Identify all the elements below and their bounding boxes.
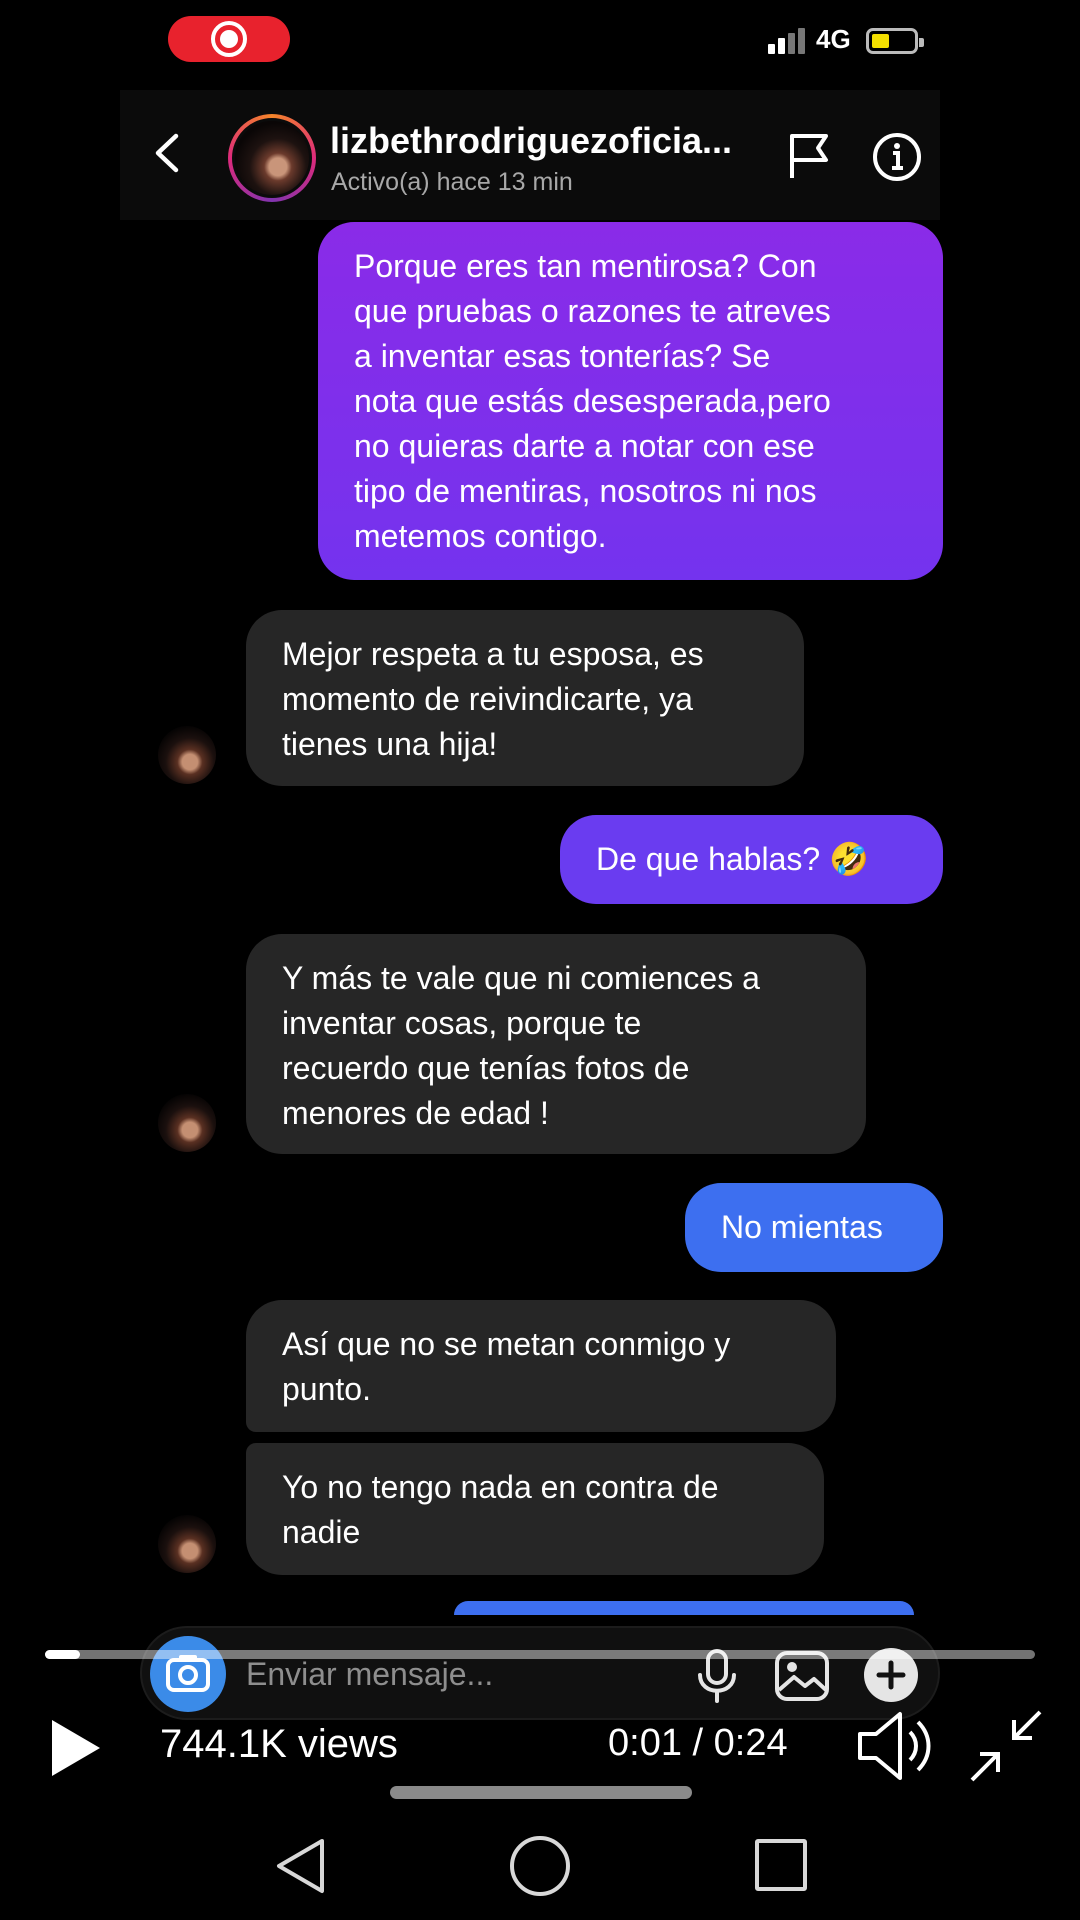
message-line: No mientas xyxy=(721,1209,883,1245)
message-received[interactable]: Y más te vale que ni comiences a inventa… xyxy=(246,934,866,1154)
message-sent[interactable]: No mientas xyxy=(685,1183,943,1272)
message-line: inventar cosas, porque te xyxy=(282,1005,642,1041)
screen-record-icon[interactable] xyxy=(168,16,290,62)
message-line: tienes una hija! xyxy=(282,726,498,762)
message-line: que pruebas o razones te atreves xyxy=(354,293,831,329)
back-arrow-icon[interactable] xyxy=(146,130,192,176)
network-label: 4G xyxy=(816,24,851,54)
message-line: punto. xyxy=(282,1371,371,1407)
nav-home-icon[interactable] xyxy=(510,1836,570,1896)
sender-avatar[interactable] xyxy=(158,1094,216,1152)
message-line: menores de edad ! xyxy=(282,1095,549,1131)
message-line: momento de reivindicarte, ya xyxy=(282,681,693,717)
message-line: no quieras darte a notar con ese xyxy=(354,428,815,464)
message-sent-partial xyxy=(454,1601,914,1615)
video-progress-fill xyxy=(45,1650,80,1659)
message-line: Mejor respeta a tu esposa, es xyxy=(282,636,704,672)
video-time: 0:01 / 0:24 xyxy=(608,1722,788,1764)
message-received[interactable]: Mejor respeta a tu esposa, es momento de… xyxy=(246,610,804,786)
message-received[interactable]: Así que no se metan conmigo y punto. xyxy=(246,1300,836,1432)
video-progress-bar[interactable] xyxy=(45,1650,1035,1659)
contact-status: Activo(a) hace 13 min xyxy=(331,168,573,196)
nav-recents-icon[interactable] xyxy=(755,1839,807,1891)
message-line: De que hablas? 🤣 xyxy=(596,841,869,877)
message-line: Porque eres tan mentirosa? Con xyxy=(354,248,817,284)
sender-avatar[interactable] xyxy=(158,1515,216,1573)
home-indicator[interactable] xyxy=(390,1786,692,1799)
message-line: nota que estás desesperada,pero xyxy=(354,383,831,419)
signal-icon xyxy=(768,28,806,54)
message-line: metemos contigo. xyxy=(354,518,607,554)
sender-avatar[interactable] xyxy=(158,726,216,784)
chat-header: lizbethrodriguezoficia... Activo(a) hace… xyxy=(120,90,940,220)
volume-icon[interactable] xyxy=(856,1708,936,1784)
views-count: 744.1K views xyxy=(160,1722,398,1766)
message-sent[interactable]: De que hablas? 🤣 xyxy=(560,815,943,904)
camera-icon[interactable] xyxy=(150,1636,226,1712)
message-line: recuerdo que tenías fotos de xyxy=(282,1050,690,1086)
message-line: tipo de mentiras, nosotros ni nos xyxy=(354,473,817,509)
message-received[interactable]: Yo no tengo nada en contra de nadie xyxy=(246,1443,824,1575)
message-sent[interactable]: Porque eres tan mentirosa? Con que prueb… xyxy=(318,222,943,580)
info-icon[interactable] xyxy=(872,132,922,182)
exit-fullscreen-icon[interactable] xyxy=(970,1710,1042,1782)
battery-icon xyxy=(866,28,924,54)
message-composer xyxy=(140,1626,940,1720)
message-line: nadie xyxy=(282,1514,361,1550)
message-line: Yo no tengo nada en contra de xyxy=(282,1469,719,1505)
nav-back-icon[interactable] xyxy=(272,1836,330,1896)
flag-icon[interactable] xyxy=(786,132,832,180)
status-bar: 4G xyxy=(120,0,940,80)
play-icon[interactable] xyxy=(48,1716,104,1780)
message-line: a inventar esas tonterías? Se xyxy=(354,338,771,374)
message-line: Y más te vale que ni comiences a xyxy=(282,960,760,996)
contact-name[interactable]: lizbethrodriguezoficia... xyxy=(330,120,732,162)
contact-avatar[interactable] xyxy=(228,114,316,202)
message-line: Así que no se metan conmigo y xyxy=(282,1326,731,1362)
